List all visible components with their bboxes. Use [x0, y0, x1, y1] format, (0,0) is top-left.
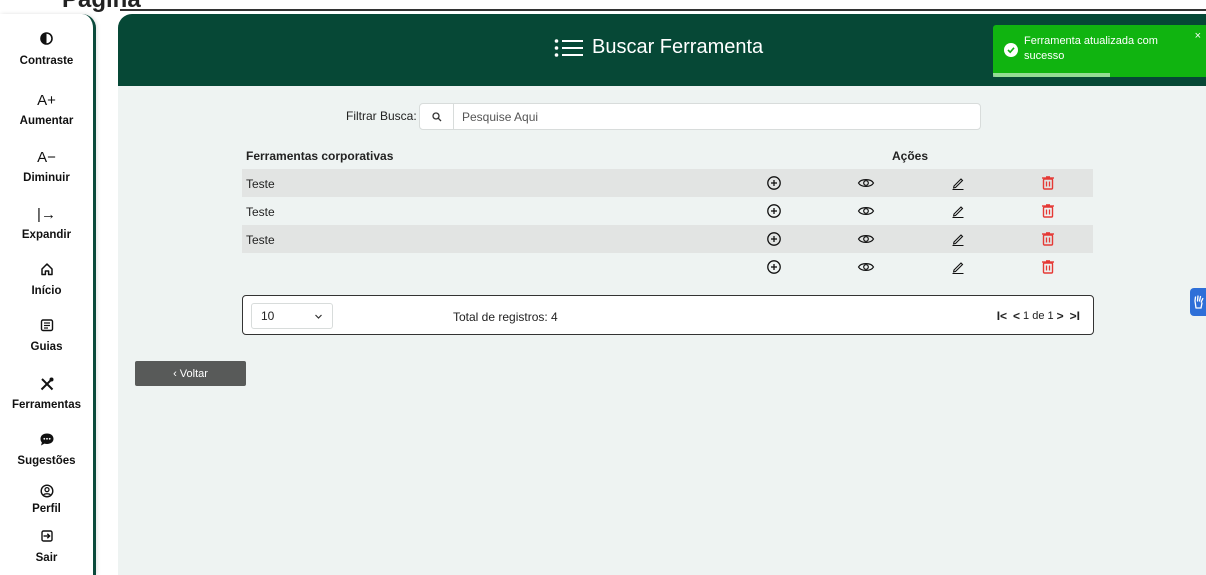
search-input[interactable]	[454, 109, 954, 124]
view-icon[interactable]	[857, 175, 875, 191]
sidebar-item-perfil[interactable]: Perfil	[0, 484, 93, 516]
view-icon[interactable]	[857, 203, 875, 219]
sidebar-item-expandir[interactable]: |→ Expandir	[0, 206, 93, 242]
delete-icon[interactable]	[1040, 231, 1056, 247]
tool-name: Teste	[246, 205, 275, 219]
table-row	[242, 253, 1093, 281]
column-header-actions: Ações	[892, 149, 929, 163]
page-size-select[interactable]: 10	[251, 303, 333, 329]
page-size-value: 10	[261, 309, 275, 323]
page-title-text: Buscar Ferramenta	[592, 36, 764, 58]
view-icon[interactable]	[857, 231, 875, 247]
sidebar-item-label: Contraste	[19, 55, 74, 67]
sidebar-item-label: Expandir	[21, 229, 72, 241]
delete-icon[interactable]	[1040, 175, 1056, 191]
search-box	[419, 103, 981, 130]
chevron-down-icon	[315, 314, 322, 319]
column-header-tools: Ferramentas corporativas	[246, 149, 394, 163]
search-icon	[420, 104, 454, 129]
edit-icon[interactable]	[950, 175, 966, 191]
main-panel: Buscar Ferramenta Filtrar Busca: Ferrame…	[118, 14, 1206, 575]
page-navigation: I< < 1 de 1 > >I	[994, 309, 1083, 323]
sidebar-item-label: Guias	[30, 341, 63, 353]
chat-icon	[0, 432, 93, 450]
sidebar-item-aumentar[interactable]: A+ Aumentar	[0, 92, 93, 128]
sidebar-item-label: Aumentar	[19, 115, 74, 127]
add-icon[interactable]	[766, 231, 782, 247]
guide-icon	[0, 318, 93, 336]
profile-icon	[0, 484, 93, 502]
sidebar-item-contraste[interactable]: Contraste	[0, 32, 93, 68]
tool-name: Teste	[246, 177, 275, 191]
list-icon	[554, 38, 583, 57]
edit-icon[interactable]	[950, 231, 966, 247]
home-icon	[0, 262, 93, 280]
table-row: Teste	[242, 197, 1093, 225]
edit-icon[interactable]	[950, 259, 966, 275]
add-icon[interactable]	[766, 259, 782, 275]
sidebar-item-ferramentas[interactable]: Ferramentas	[0, 376, 93, 412]
toast-message: Ferramenta atualizada com sucesso	[1024, 35, 1158, 62]
font-increase-icon: A+	[37, 92, 56, 109]
divider	[120, 9, 1206, 11]
font-decrease-icon: A−	[37, 149, 56, 166]
sidebar-item-label: Início	[31, 285, 62, 297]
toast-progress-bar	[993, 73, 1111, 77]
view-icon[interactable]	[857, 259, 875, 275]
accessibility-sidebar: Contraste A+ Aumentar A− Diminuir |→ Exp…	[0, 14, 96, 575]
sidebar-item-inicio[interactable]: Início	[0, 262, 93, 298]
tool-name: Teste	[246, 233, 275, 247]
top-strip: Página	[0, 0, 1206, 12]
table-row: Teste	[242, 225, 1093, 253]
back-button[interactable]: ‹ Voltar	[135, 361, 246, 386]
prev-page-button[interactable]: <	[1013, 309, 1020, 323]
check-circle-icon	[1004, 43, 1018, 57]
hand-icon	[1193, 295, 1203, 309]
success-toast: Ferramenta atualizada com sucesso ×	[993, 25, 1206, 77]
sidebar-item-label: Sair	[35, 552, 58, 564]
sidebar-item-diminuir[interactable]: A− Diminuir	[0, 149, 93, 185]
delete-icon[interactable]	[1040, 259, 1056, 275]
page-info: 1 de 1	[1023, 310, 1054, 322]
sidebar-item-label: Sugestões	[17, 455, 76, 467]
expand-icon: |→	[37, 206, 56, 223]
first-page-button[interactable]: I<	[997, 309, 1007, 323]
sidebar-item-sugestoes[interactable]: Sugestões	[0, 432, 93, 468]
tools-icon	[0, 376, 93, 394]
sidebar-item-label: Perfil	[32, 503, 61, 515]
pagination-bar: 10 Total de registros: 4 I< < 1 de 1 > >…	[242, 295, 1094, 335]
add-icon[interactable]	[766, 175, 782, 191]
sidebar-item-guias[interactable]: Guias	[0, 318, 93, 354]
sidebar-item-label: Ferramentas	[11, 399, 82, 411]
sidebar-item-label: Diminuir	[23, 172, 70, 184]
sidebar-item-sair[interactable]: Sair	[0, 529, 93, 565]
sign-language-widget[interactable]	[1190, 288, 1206, 316]
logout-icon	[0, 529, 93, 547]
total-records: Total de registros: 4	[453, 310, 558, 324]
page-title: Buscar Ferramenta	[554, 36, 763, 59]
edit-icon[interactable]	[950, 203, 966, 219]
next-page-button[interactable]: >	[1057, 309, 1064, 323]
add-icon[interactable]	[766, 203, 782, 219]
table-row: Teste	[242, 169, 1093, 197]
filter-label: Filtrar Busca:	[346, 109, 417, 123]
delete-icon[interactable]	[1040, 203, 1056, 219]
toast-close-button[interactable]: ×	[1195, 30, 1201, 42]
last-page-button[interactable]: >I	[1070, 309, 1080, 323]
contrast-icon	[0, 32, 93, 50]
